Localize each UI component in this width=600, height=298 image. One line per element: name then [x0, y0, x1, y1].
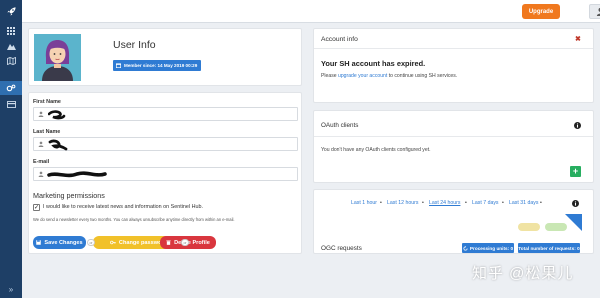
account-info-title: Account info [321, 36, 358, 43]
range-separator: • [502, 200, 504, 206]
range-separator: • [540, 200, 542, 206]
save-changes-label: Save Changes [44, 239, 83, 246]
nav-dashboard[interactable] [0, 24, 22, 38]
corner-ribbon [565, 214, 582, 231]
map-icon [6, 57, 16, 65]
range-last-24-hours[interactable]: Last 24 hours [429, 200, 460, 206]
range-separator: • [380, 200, 382, 206]
nav-maps[interactable] [0, 54, 22, 68]
person-icon [38, 141, 44, 147]
nav-billing[interactable] [0, 97, 22, 111]
marketing-permissions-title: Marketing permissions [33, 191, 105, 200]
range-last-31-days[interactable]: Last 31 days [509, 200, 538, 206]
legend-tag [545, 223, 567, 231]
card-icon [6, 100, 16, 108]
range-last-12-hours[interactable]: Last 12 hours [387, 200, 418, 206]
divider [314, 136, 593, 137]
last-name-field[interactable] [33, 137, 298, 151]
email-field[interactable] [33, 167, 298, 181]
sidebar: » [0, 0, 22, 298]
expand-sidebar-icon[interactable]: » [0, 285, 22, 294]
oauth-empty-message: You don't have any OAuth clients configu… [321, 147, 431, 153]
total-requests-badge: Total number of requests: 0 [518, 243, 580, 253]
user-info-title: User Info [113, 39, 156, 51]
person-icon [38, 171, 44, 177]
info-icon[interactable] [572, 200, 579, 207]
processing-units-badge: Processing units: 0 [462, 243, 514, 253]
person-icon [38, 111, 44, 117]
message-text: to continue using SH services. [387, 73, 458, 79]
range-last-7-days[interactable]: Last 7 days [472, 200, 499, 206]
processing-units-text: Processing units: 0 [469, 245, 514, 251]
or-separator: or [87, 239, 95, 246]
watermark: 知乎 @松果儿 [472, 265, 574, 282]
ogc-requests-title: OGC requests [321, 245, 362, 252]
upgrade-account-link[interactable]: upgrade your account [338, 73, 387, 79]
range-last-1-hour[interactable]: Last 1 hour [351, 200, 377, 206]
rocket-logo-icon[interactable] [0, 0, 22, 22]
mountains-icon [6, 44, 16, 50]
profile-form-card: First Name Last Name E-mail Marketing pe… [28, 92, 302, 254]
marketing-note: We do send a newsletter every two months… [33, 217, 235, 222]
message-text: Please [321, 73, 338, 79]
nav-configurations[interactable] [0, 39, 22, 53]
member-since-text: Member since: 14 May 2019 00:29 [124, 63, 198, 68]
ogc-requests-card: Last 1 hour • Last 12 hours • Last 24 ho… [313, 189, 594, 254]
oauth-clients-card: OAuth clients You don't have any OAuth c… [313, 110, 594, 183]
save-icon [36, 240, 42, 245]
avatar [34, 34, 81, 81]
first-name-field[interactable] [33, 107, 298, 121]
add-oauth-client-button[interactable]: + [570, 166, 581, 177]
divider [314, 48, 593, 49]
key-icon [109, 240, 116, 245]
or-separator: or [181, 239, 189, 246]
redacted-scribble [48, 139, 68, 151]
member-since-badge: Member since: 14 May 2019 00:29 [113, 60, 202, 71]
refresh-icon [463, 245, 468, 251]
close-icon[interactable]: ✖ [575, 35, 581, 43]
cogs-icon [6, 84, 16, 92]
range-separator: • [422, 200, 424, 206]
grid-icon [7, 27, 15, 35]
user-menu-button[interactable] [589, 4, 600, 19]
user-info-card: User Info Member since: 14 May 2019 00:2… [28, 28, 302, 86]
marketing-checkbox-label: I would like to receive latest news and … [43, 204, 204, 210]
email-label: E-mail [33, 159, 50, 165]
range-separator: • [465, 200, 467, 206]
save-changes-button[interactable]: Save Changes [33, 236, 86, 249]
first-name-label: First Name [33, 99, 61, 105]
user-icon [596, 7, 600, 16]
calendar-icon [116, 63, 121, 68]
legend-tag [518, 223, 540, 231]
delete-profile-label: Delete Profile [174, 239, 210, 246]
nav-account-settings[interactable] [0, 81, 22, 95]
top-bar: Upgrade [22, 0, 600, 23]
account-expired-message: Please upgrade your account to continue … [321, 73, 457, 79]
redacted-scribble [48, 110, 66, 120]
trash-icon [166, 240, 171, 245]
marketing-checkbox[interactable]: ✓ [33, 204, 40, 211]
redacted-scribble [47, 171, 107, 178]
oauth-clients-title: OAuth clients [321, 122, 359, 129]
account-expired-heading: Your SH account has expired. [321, 59, 426, 68]
upgrade-button[interactable]: Upgrade [522, 4, 560, 19]
account-info-card: Account info ✖ Your SH account has expir… [313, 28, 594, 103]
last-name-label: Last Name [33, 129, 61, 135]
info-icon[interactable] [574, 122, 581, 129]
